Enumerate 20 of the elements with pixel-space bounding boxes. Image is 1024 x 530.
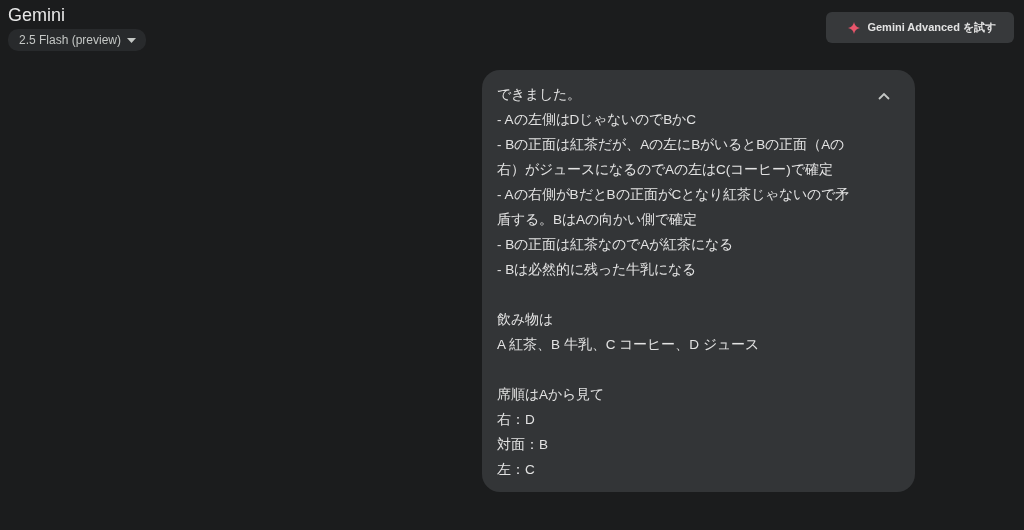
message-line: 飲み物は [497, 311, 553, 329]
message-line: - Aの右側がBだとBの正面がCとなり紅茶じゃないので矛 [497, 186, 850, 204]
app-title: Gemini [8, 5, 66, 26]
message-line: 左：C [497, 461, 535, 479]
message-line: 席順はAから見て [497, 386, 604, 404]
message-line: 盾する。BはAの向かい側で確定 [497, 211, 697, 229]
model-selector[interactable]: 2.5 Flash (preview) [8, 29, 147, 51]
message-line: できました。 [497, 86, 581, 104]
upgrade-button[interactable]: Gemini Advanced を試す [826, 12, 1014, 43]
caret-icon [127, 37, 137, 43]
message-line: - Aの左側はDじゃないのでBかC [497, 111, 696, 129]
message-line: 右：D [497, 411, 535, 429]
message-line: A 紅茶、B 牛乳、C コーヒー、D ジュース [497, 336, 759, 354]
message-line: - Bの正面は紅茶なのでAが紅茶になる [497, 236, 734, 254]
collapse-button[interactable] [878, 92, 890, 100]
message-line: - Bは必然的に残った牛乳になる [497, 261, 697, 279]
message-line: 対面：B [497, 436, 548, 454]
message-line: 右）がジュースになるのでAの左はC(コーヒー)で確定 [497, 161, 833, 179]
message-line: - Bの正面は紅茶だが、Aの左にBがいるとBの正面（Aの [497, 136, 845, 154]
sparkle-icon [848, 21, 861, 34]
